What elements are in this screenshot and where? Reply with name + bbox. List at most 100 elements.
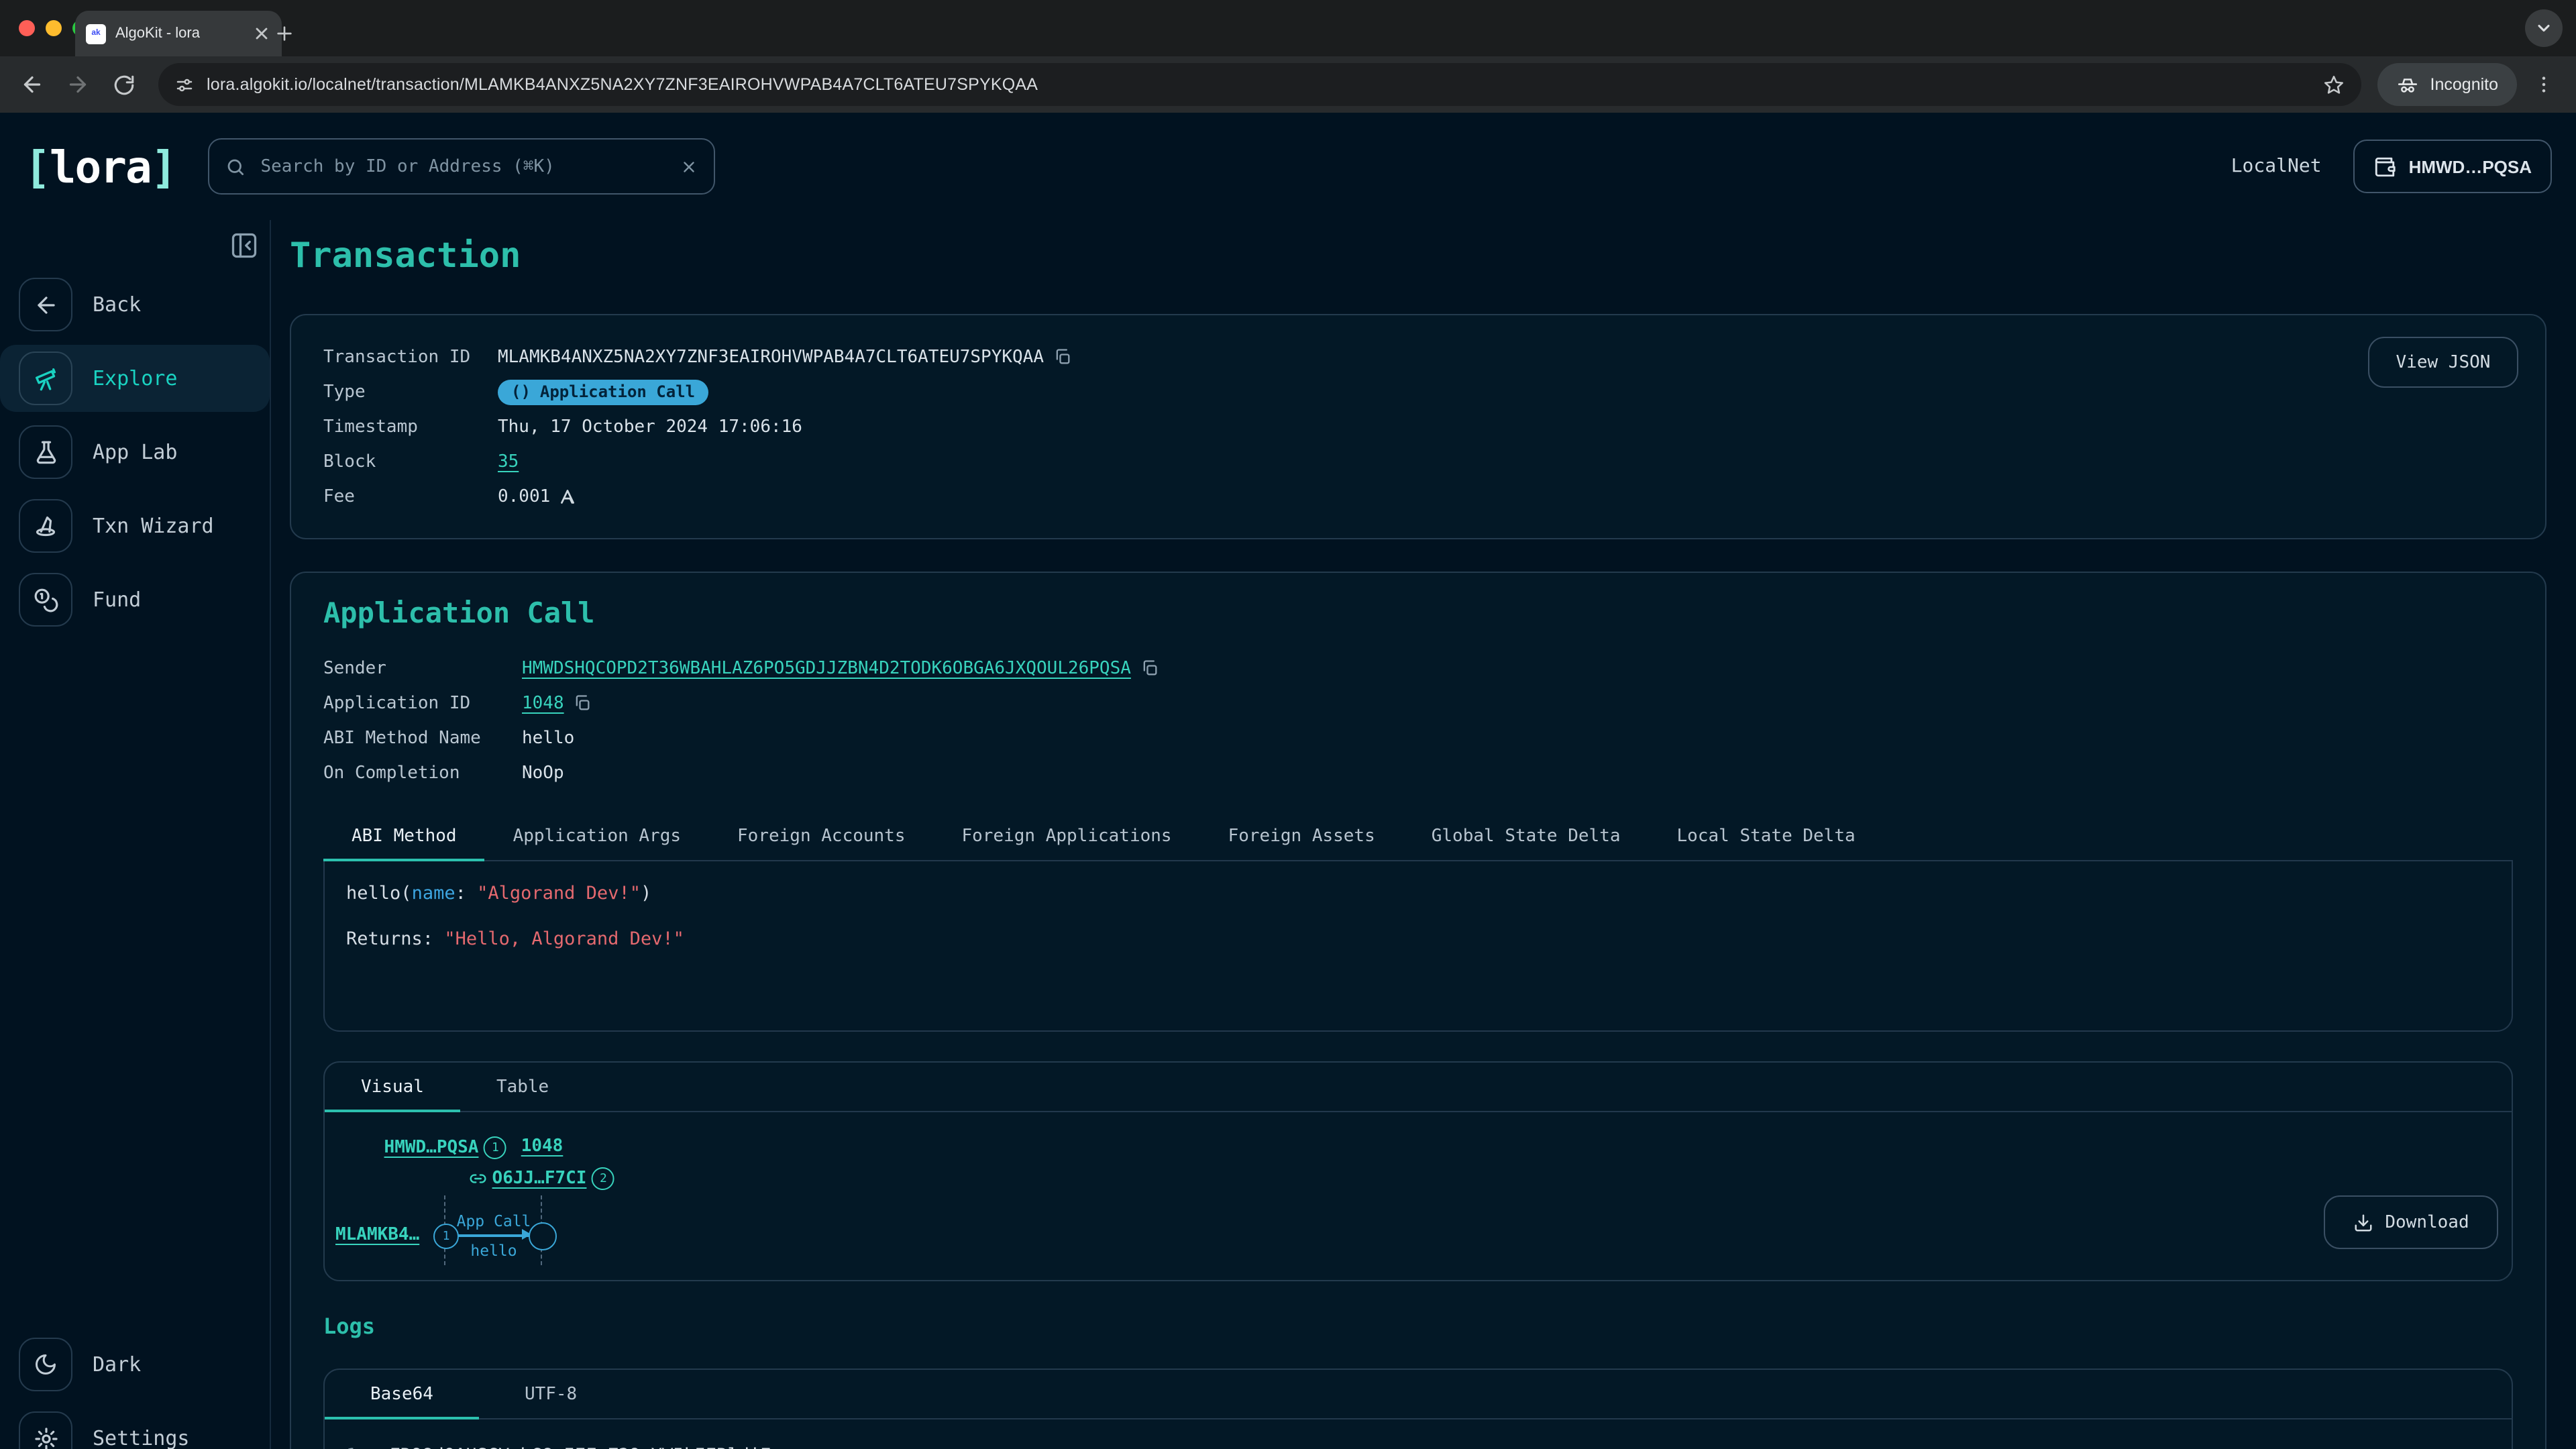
tab-search-button[interactable] (2525, 9, 2563, 47)
account-number-badge: 1 (484, 1136, 506, 1159)
sidebar-item-explore[interactable]: Explore (0, 345, 270, 412)
transaction-summary-card: View JSON Transaction ID MLAMKB4ANXZ5NA2… (290, 314, 2546, 539)
visual-tabs: Visual Table (325, 1063, 2512, 1112)
clear-search-icon[interactable] (680, 158, 698, 175)
url-text: lora.algokit.io/localnet/transaction/MLA… (207, 75, 2311, 94)
download-button[interactable]: Download (2324, 1195, 2498, 1249)
on-completion-value: NoOp (522, 763, 564, 783)
wallet-button[interactable]: HMWD…PQSA (2354, 140, 2552, 193)
application-node (529, 1222, 557, 1250)
log-value: FR98dQAUSGVsbG8sIEFsZ29yYW5kIERldiE= (390, 1445, 782, 1449)
log-index: 1. (346, 1445, 368, 1449)
copy-icon[interactable] (574, 694, 592, 712)
sidebar-item-settings[interactable]: Settings (0, 1405, 270, 1449)
reload-button[interactable] (105, 66, 142, 103)
row-label: ABI Method Name (323, 728, 522, 748)
tab-global-state-delta[interactable]: Global State Delta (1403, 812, 1649, 860)
copy-icon[interactable] (1053, 347, 1072, 366)
chevron-down-icon (2534, 19, 2553, 38)
algo-currency-icon (559, 488, 576, 504)
link-icon (470, 1170, 487, 1187)
visual-subcard: Visual Table HMWD…PQSA 1 1048 (323, 1061, 2513, 1281)
block-row: Block 35 (323, 444, 2513, 479)
block-link[interactable]: 35 (498, 451, 519, 472)
tab-application-args[interactable]: Application Args (485, 812, 709, 860)
close-window-button[interactable] (19, 20, 35, 36)
row-label: Timestamp (323, 417, 498, 437)
lora-logo[interactable]: [lora] (24, 140, 176, 193)
tab-title: AlgoKit - lora (115, 25, 243, 42)
sender-row: Sender HMWDSHQCOPD2T36WBAHLAZ6PO5GDJJZBN… (323, 651, 2513, 686)
row-label: Block (323, 451, 498, 472)
on-completion-row: On Completion NoOp (323, 755, 2513, 790)
address-bar[interactable]: lora.algokit.io/localnet/transaction/MLA… (158, 63, 2362, 106)
telescope-icon (19, 352, 72, 405)
download-icon (2353, 1212, 2373, 1232)
screen: ak AlgoKit - lora lora.algokit.io/localn… (0, 0, 2576, 1449)
app-header: [lora] LocalNet HMWD…PQSA (0, 113, 2576, 220)
application-id-link[interactable]: 1048 (522, 693, 564, 713)
app-call-glyph: () (511, 382, 531, 401)
browser-chrome: ak AlgoKit - lora lora.algokit.io/localn… (0, 0, 2576, 113)
graph-account-header: HMWD…PQSA 1 (384, 1136, 507, 1159)
back-button[interactable] (13, 66, 51, 103)
sidebar-nav: Back Explore App Lab (0, 271, 270, 640)
tab-table[interactable]: Table (460, 1063, 585, 1111)
minimize-window-button[interactable] (46, 20, 62, 36)
fee-value: 0.001 (498, 486, 550, 506)
moon-icon (19, 1338, 72, 1391)
panel-collapse-icon (229, 231, 259, 260)
network-label: LocalNet (2231, 156, 2322, 177)
tab-utf8[interactable]: UTF-8 (479, 1370, 623, 1418)
wallet-icon (2374, 155, 2397, 178)
arrow-left-icon (20, 72, 44, 97)
tab-visual[interactable]: Visual (325, 1063, 460, 1111)
search-box[interactable] (208, 138, 715, 195)
account-link[interactable]: HMWD…PQSA (384, 1138, 479, 1158)
group-link[interactable]: O6JJ…F7CI (492, 1169, 587, 1189)
copy-icon[interactable] (1140, 659, 1159, 678)
tab-foreign-assets[interactable]: Foreign Assets (1200, 812, 1403, 860)
sender-link[interactable]: HMWDSHQCOPD2T36WBAHLAZ6PO5GDJJZBN4D2TODK… (522, 658, 1131, 678)
logo-bracket-open: [ (24, 140, 50, 193)
logs-subcard: Base64 UTF-8 1. FR98dQAUSGVsbG8sIEFsZ29y… (323, 1368, 2513, 1449)
wallet-address: HMWD…PQSA (2409, 156, 2532, 176)
browser-menu-button[interactable] (2525, 66, 2563, 103)
new-tab-button[interactable] (274, 23, 295, 44)
tab-local-state-delta[interactable]: Local State Delta (1649, 812, 1884, 860)
tab-foreign-applications[interactable]: Foreign Applications (934, 812, 1200, 860)
type-row: Type ()Application Call (323, 374, 2513, 409)
incognito-icon (2397, 73, 2420, 96)
search-input[interactable] (258, 155, 668, 178)
page-title: Transaction (290, 236, 2546, 276)
tab-base64[interactable]: Base64 (325, 1370, 479, 1418)
sidebar-item-app-lab[interactable]: App Lab (0, 419, 270, 486)
row-label: Fee (323, 486, 498, 506)
view-json-button[interactable]: View JSON (2368, 337, 2518, 388)
transaction-link[interactable]: MLAMKB4… (335, 1225, 419, 1245)
sidebar-item-fund[interactable]: Fund (0, 566, 270, 633)
reload-icon (112, 73, 135, 96)
tab-foreign-accounts[interactable]: Foreign Accounts (709, 812, 933, 860)
browser-tab[interactable]: ak AlgoKit - lora (75, 11, 282, 56)
application-link[interactable]: 1048 (521, 1136, 564, 1157)
forward-button[interactable] (59, 66, 97, 103)
sidebar-item-theme-dark[interactable]: Dark (0, 1331, 270, 1398)
logs-tabs: Base64 UTF-8 (325, 1370, 2512, 1419)
incognito-badge: Incognito (2378, 63, 2517, 106)
tab-abi-method[interactable]: ABI Method (323, 812, 485, 860)
sidebar: Back Explore App Lab (0, 220, 271, 1449)
application-id-row: Application ID 1048 (323, 686, 2513, 720)
site-controls-icon[interactable] (174, 74, 195, 95)
sidebar-item-back[interactable]: Back (0, 271, 270, 338)
bookmark-star-icon[interactable] (2323, 73, 2346, 96)
sidebar-item-label: App Lab (93, 440, 177, 464)
sidebar-item-txn-wizard[interactable]: Txn Wizard (0, 492, 270, 559)
sidebar-collapse-button[interactable] (229, 231, 259, 260)
sidebar-bottom: Dark Settings (0, 1331, 270, 1449)
graph-application-header: 1048 (521, 1136, 564, 1157)
incognito-label: Incognito (2430, 75, 2498, 94)
tab-close-icon[interactable] (252, 24, 271, 43)
sidebar-item-label: Txn Wizard (93, 514, 214, 538)
graph-group-header: O6JJ…F7CI 2 (470, 1167, 615, 1190)
